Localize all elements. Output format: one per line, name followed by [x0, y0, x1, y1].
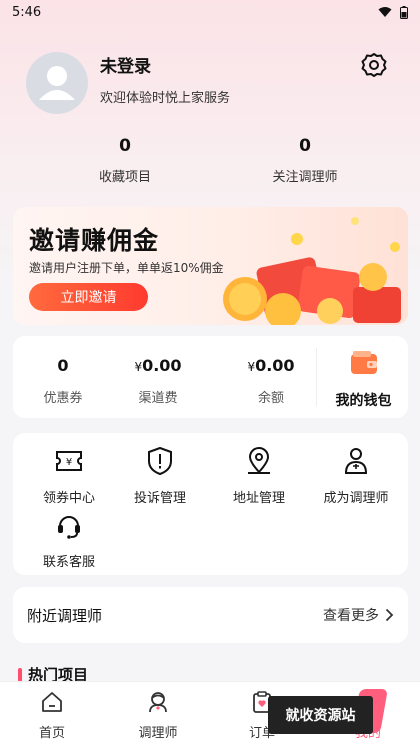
coupon-icon: ¥	[56, 451, 82, 471]
stat-label: 关注调理师	[272, 170, 338, 185]
service-label: 联系客服	[42, 555, 95, 570]
stat-value: 0	[119, 136, 131, 156]
wallet-coupons[interactable]: 0 优惠券	[13, 336, 113, 418]
tab-label: 调理师	[138, 726, 178, 741]
see-more-link[interactable]: 查看更多	[323, 605, 394, 625]
therapist-icon	[344, 448, 368, 474]
stat-favorites[interactable]: 0 收藏项目	[0, 136, 210, 185]
profile-subtitle: 欢迎体验时悦上家服务	[100, 91, 231, 106]
user-placeholder-icon	[39, 66, 75, 100]
currency-symbol: ¥	[247, 360, 256, 374]
avatar[interactable]	[26, 52, 88, 114]
status-icons	[378, 5, 408, 19]
service-address[interactable]: 地址管理	[219, 445, 299, 506]
shield-icon	[148, 446, 172, 476]
nearby-therapists-card[interactable]: 附近调理师 查看更多	[13, 587, 408, 643]
battery-icon	[400, 5, 408, 19]
service-label: 投诉管理	[133, 491, 186, 506]
watermark: 就收资源站	[268, 696, 373, 734]
invite-description: 邀请用户注册下单，单单返10%佣金	[29, 261, 224, 275]
red-envelope-illustration	[223, 217, 401, 325]
service-customer-support[interactable]: 联系客服	[29, 509, 109, 570]
status-time: 5:46	[12, 4, 42, 20]
wifi-icon	[378, 7, 392, 17]
my-wallet-label: 我的钱包	[335, 393, 392, 409]
wallet-icon	[350, 351, 377, 374]
chevron-right-icon	[385, 608, 394, 622]
gear-icon[interactable]	[361, 52, 387, 78]
headset-icon	[58, 516, 80, 539]
invite-banner[interactable]: 邀请赚佣金 邀请用户注册下单，单单返10%佣金 立即邀请	[13, 207, 408, 325]
wallet-label: 渠道费	[138, 391, 178, 406]
location-icon	[248, 447, 270, 474]
stat-label: 收藏项目	[98, 170, 151, 185]
stat-following[interactable]: 0 关注调理师	[210, 136, 420, 185]
wallet-label: 优惠券	[43, 391, 83, 406]
wallet-value-row: ¥0.00	[221, 356, 321, 375]
svg-text:¥: ¥	[66, 457, 72, 468]
stats-row: 0 收藏项目 0 关注调理师	[0, 136, 420, 185]
profile-name[interactable]: 未登录	[100, 52, 230, 77]
therapist-icon	[149, 692, 167, 713]
divider	[316, 348, 317, 406]
tab-therapists[interactable]: 调理师	[118, 690, 198, 741]
see-more-label: 查看更多	[323, 608, 379, 624]
wallet-value: 0.00	[255, 356, 295, 375]
service-label: 领券中心	[42, 491, 95, 506]
tab-home[interactable]: 首页	[12, 690, 92, 741]
service-complaints[interactable]: 投诉管理	[120, 445, 200, 506]
wallet-value: 0.00	[142, 356, 182, 375]
invite-button[interactable]: 立即邀请	[29, 283, 148, 311]
wallet-value-row: ¥0.00	[108, 356, 208, 375]
service-become-therapist[interactable]: 成为调理师	[316, 445, 396, 506]
nearby-title: 附近调理师	[27, 606, 103, 625]
wallet-balance[interactable]: ¥0.00 余额	[221, 336, 321, 418]
wallet-value: 0	[57, 356, 69, 375]
currency-symbol: ¥	[134, 360, 143, 374]
wallet-card: 0 优惠券 ¥0.00 渠道费 ¥0.00 余额 我的钱包	[13, 336, 408, 418]
profile-section[interactable]: 未登录 欢迎体验时悦上家服务	[26, 52, 230, 114]
service-label: 成为调理师	[323, 491, 389, 506]
home-icon	[42, 692, 62, 712]
service-coupon-center[interactable]: ¥ 领券中心	[29, 445, 109, 506]
service-label: 地址管理	[232, 491, 285, 506]
invite-title: 邀请赚佣金	[29, 226, 160, 255]
wallet-label: 余额	[257, 391, 284, 406]
services-card: ¥ 领券中心 投诉管理 地址管理 成为调理师 联系客服	[13, 433, 408, 575]
status-bar: 5:46	[0, 0, 420, 24]
my-wallet-button[interactable]: 我的钱包	[319, 336, 408, 418]
stat-value: 0	[299, 136, 311, 156]
tab-label: 首页	[38, 726, 65, 741]
wallet-channel-fee[interactable]: ¥0.00 渠道费	[108, 336, 208, 418]
